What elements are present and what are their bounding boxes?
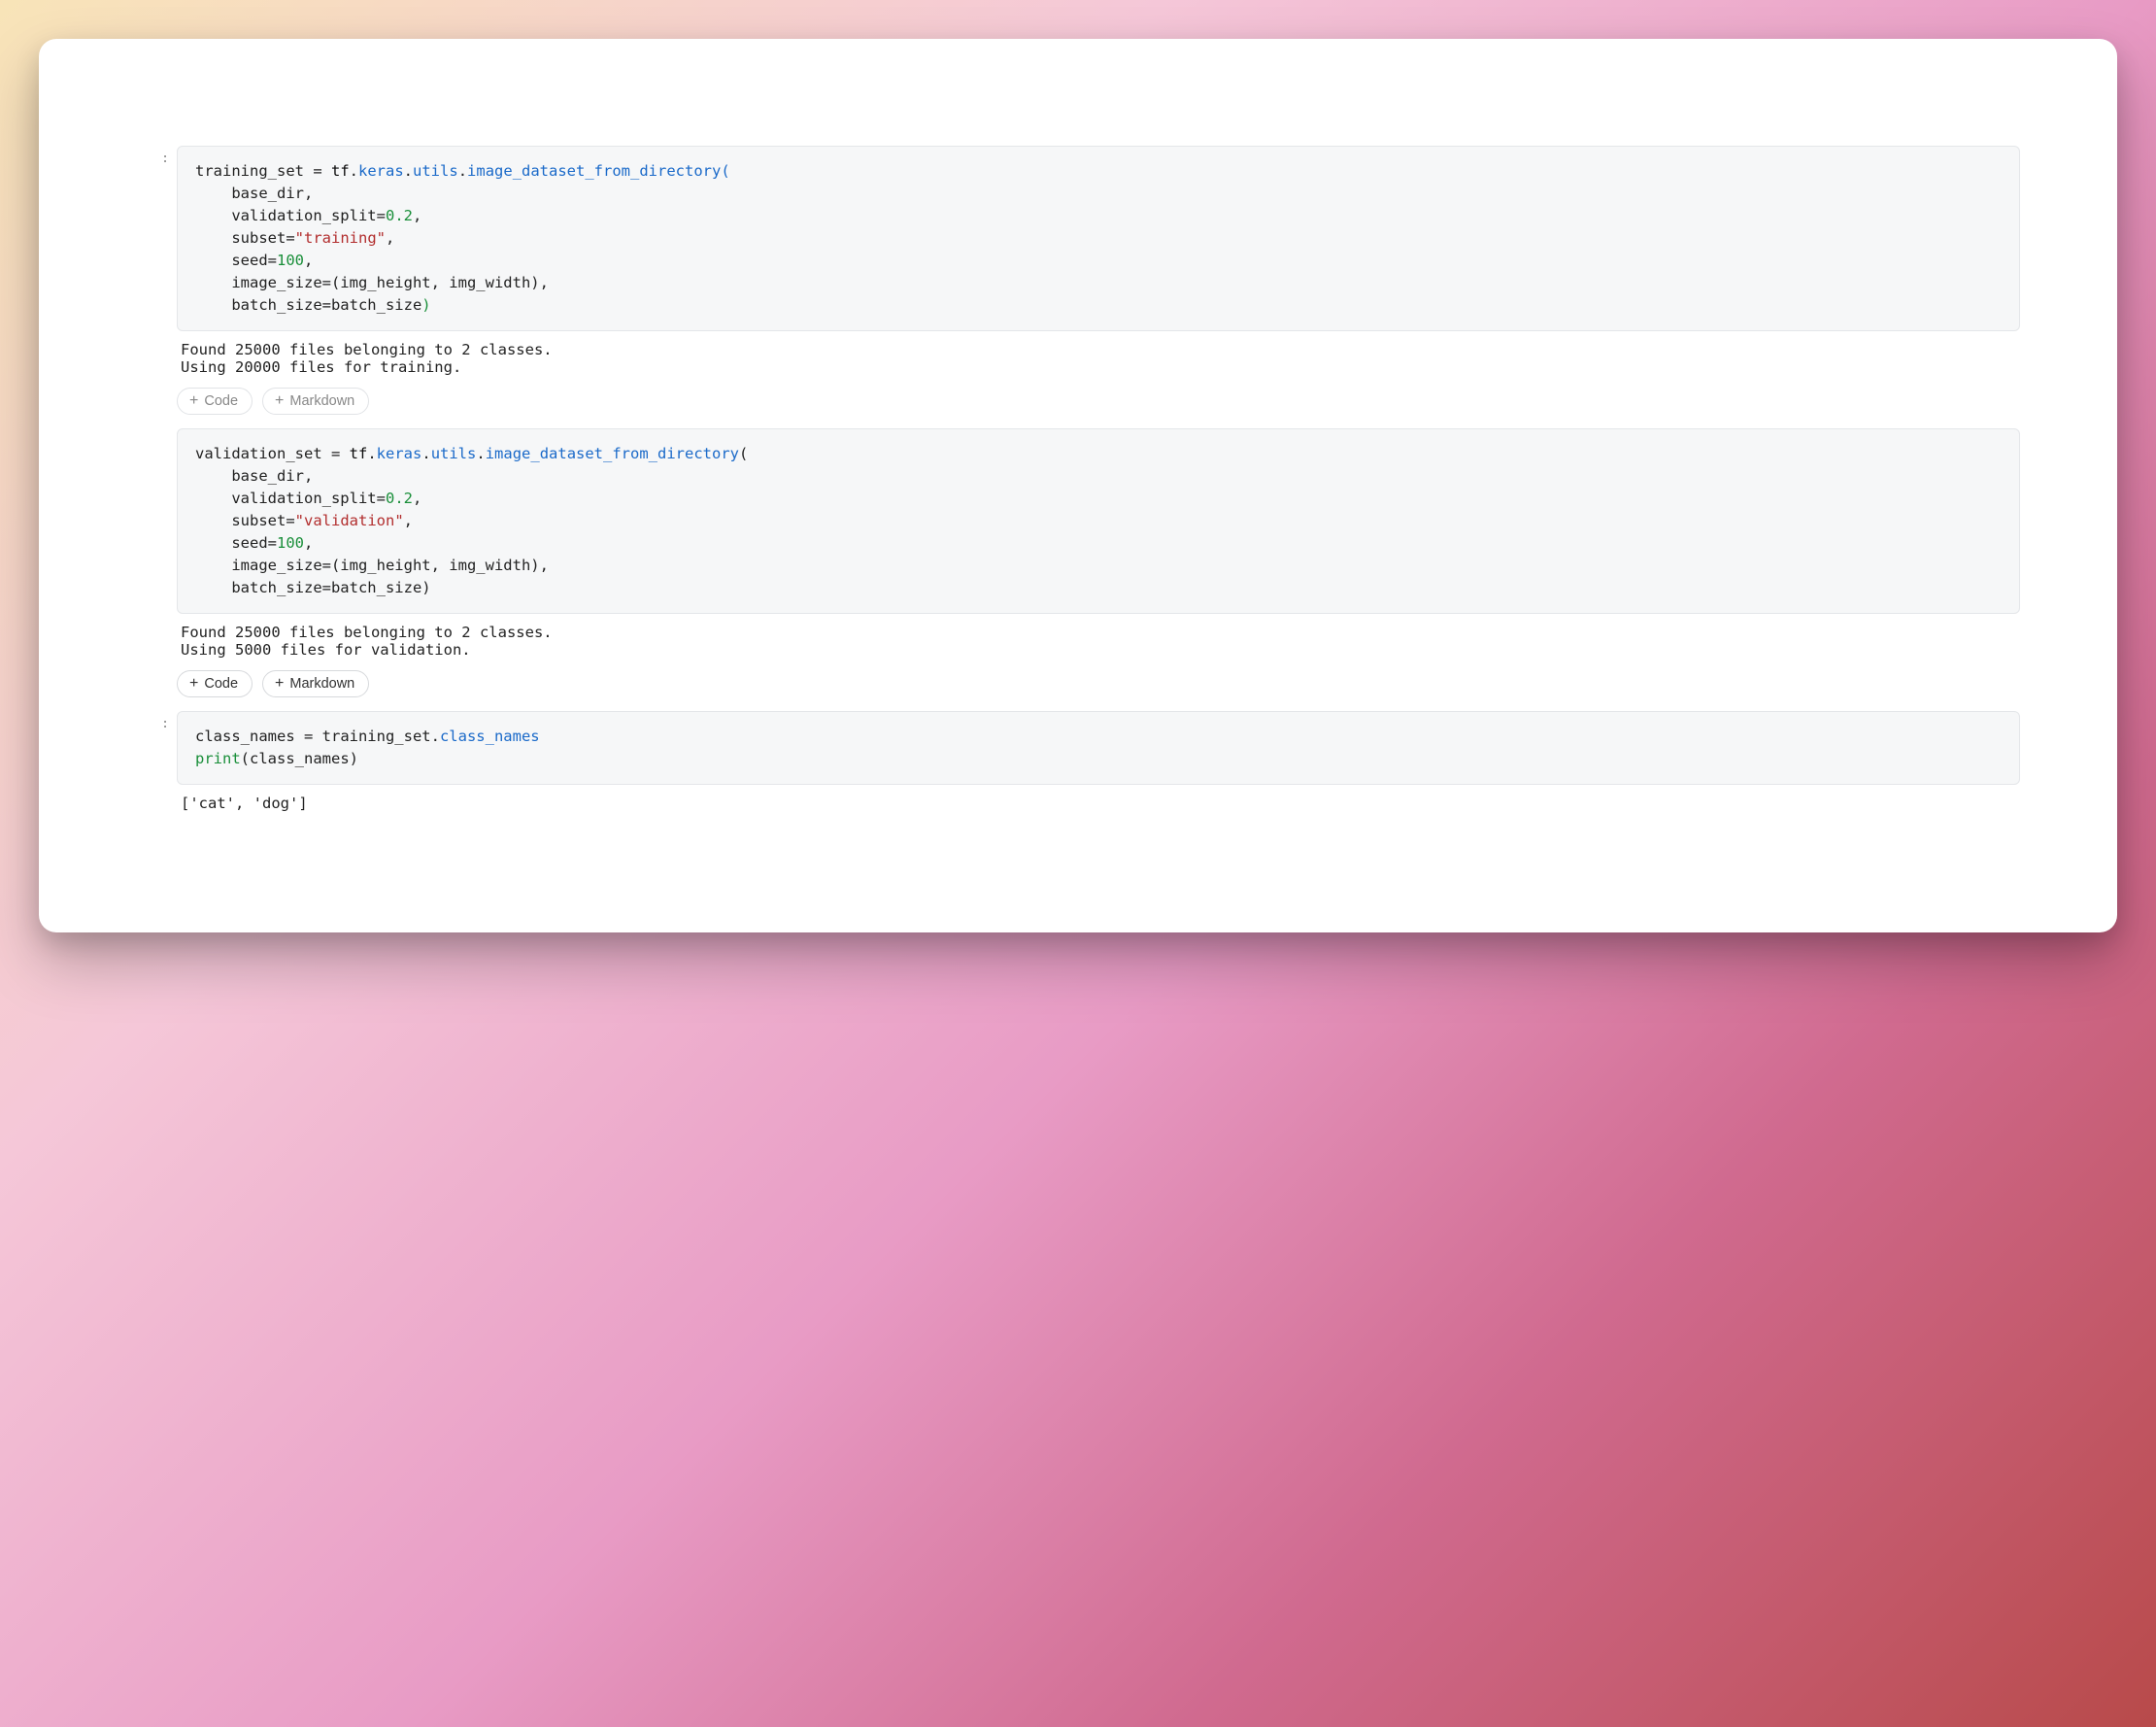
code-token: ) — [421, 296, 430, 314]
code-token: subset — [195, 229, 286, 247]
code-token: batch_size=batch_size) — [195, 579, 431, 596]
code-token: seed — [195, 252, 268, 269]
insert-cell-row: + Code + Markdown — [177, 662, 2020, 711]
code-token: tf — [331, 162, 350, 180]
code-cell: : class_names = training_set.class_names… — [177, 711, 2020, 816]
plus-icon: + — [189, 393, 198, 409]
code-token: validation_set — [195, 445, 322, 462]
code-token: image_dataset_from_directory — [486, 445, 739, 462]
code-token: batch_size=batch_size — [195, 296, 421, 314]
code-token: . — [458, 162, 467, 180]
code-token: training_set — [195, 162, 304, 180]
code-token: = — [322, 445, 350, 462]
code-token: 0.2 — [386, 207, 413, 224]
code-editor[interactable]: validation_set = tf.keras.utils.image_da… — [177, 428, 2020, 614]
code-token: = — [377, 490, 386, 507]
plus-icon: + — [189, 676, 198, 692]
code-token: . — [476, 445, 485, 462]
code-token: = — [377, 207, 386, 224]
code-token: class_names — [195, 728, 295, 745]
code-token: = training_set. — [295, 728, 440, 745]
code-cell: validation_set = tf.keras.utils.image_da… — [177, 428, 2020, 711]
code-token: = — [286, 512, 294, 529]
code-token: subset — [195, 512, 286, 529]
code-token: base_dir, — [195, 185, 313, 202]
code-token: , — [413, 490, 421, 507]
code-token: validation_split — [195, 207, 377, 224]
code-token: (class_names) — [241, 750, 358, 767]
code-token: = — [286, 229, 294, 247]
code-token: , — [386, 229, 394, 247]
code-token: image_size=(img_height, img_width), — [195, 557, 549, 574]
code-token: seed — [195, 534, 268, 552]
insert-markdown-button[interactable]: + Markdown — [262, 670, 369, 697]
code-token: = — [268, 252, 277, 269]
code-editor[interactable]: training_set = tf.keras.utils.image_data… — [177, 146, 2020, 331]
code-token: keras — [377, 445, 422, 462]
code-token: . — [350, 162, 358, 180]
code-token: , — [304, 252, 313, 269]
code-token: 100 — [277, 534, 304, 552]
code-token: , — [413, 207, 421, 224]
code-token: keras — [358, 162, 404, 180]
button-label: Markdown — [289, 677, 354, 692]
code-token: . — [367, 445, 376, 462]
insert-cell-row: + Code + Markdown — [177, 380, 2020, 428]
code-token: = — [304, 162, 331, 180]
code-token: = — [268, 534, 277, 552]
button-label: Code — [204, 394, 238, 409]
button-label: Markdown — [289, 394, 354, 409]
cell-output: Found 25000 files belonging to 2 classes… — [177, 614, 2020, 663]
code-token: validation_split — [195, 490, 377, 507]
plus-icon: + — [275, 676, 284, 692]
code-token: image_size=(img_height, img_width), — [195, 274, 549, 291]
notebook-window: : training_set = tf.keras.utils.image_da… — [39, 39, 2117, 932]
code-token: class_names — [440, 728, 540, 745]
code-editor[interactable]: class_names = training_set.class_names p… — [177, 711, 2020, 785]
code-token: tf — [350, 445, 368, 462]
button-label: Code — [204, 677, 238, 692]
code-token: "validation" — [295, 512, 404, 529]
code-token: "training" — [295, 229, 386, 247]
insert-code-button[interactable]: + Code — [177, 670, 253, 697]
code-token: . — [421, 445, 430, 462]
cell-gutter-marker: : — [136, 152, 169, 166]
code-token: image_dataset_from_directory — [467, 162, 721, 180]
code-token: , — [304, 534, 313, 552]
cell-output: Found 25000 files belonging to 2 classes… — [177, 331, 2020, 381]
code-token: . — [404, 162, 413, 180]
code-token: base_dir, — [195, 467, 313, 485]
insert-code-button[interactable]: + Code — [177, 388, 253, 415]
code-token: ( — [721, 162, 729, 180]
code-cell: : training_set = tf.keras.utils.image_da… — [177, 146, 2020, 428]
plus-icon: + — [275, 393, 284, 409]
code-token: utils — [431, 445, 477, 462]
code-token: 100 — [277, 252, 304, 269]
notebook-cells: : training_set = tf.keras.utils.image_da… — [177, 146, 2020, 816]
code-token: print — [195, 750, 241, 767]
code-token: , — [404, 512, 413, 529]
cell-gutter-marker: : — [136, 717, 169, 731]
code-token: utils — [413, 162, 458, 180]
insert-markdown-button[interactable]: + Markdown — [262, 388, 369, 415]
code-token: ( — [739, 445, 748, 462]
code-token: 0.2 — [386, 490, 413, 507]
cell-output: ['cat', 'dog'] — [177, 785, 2020, 816]
